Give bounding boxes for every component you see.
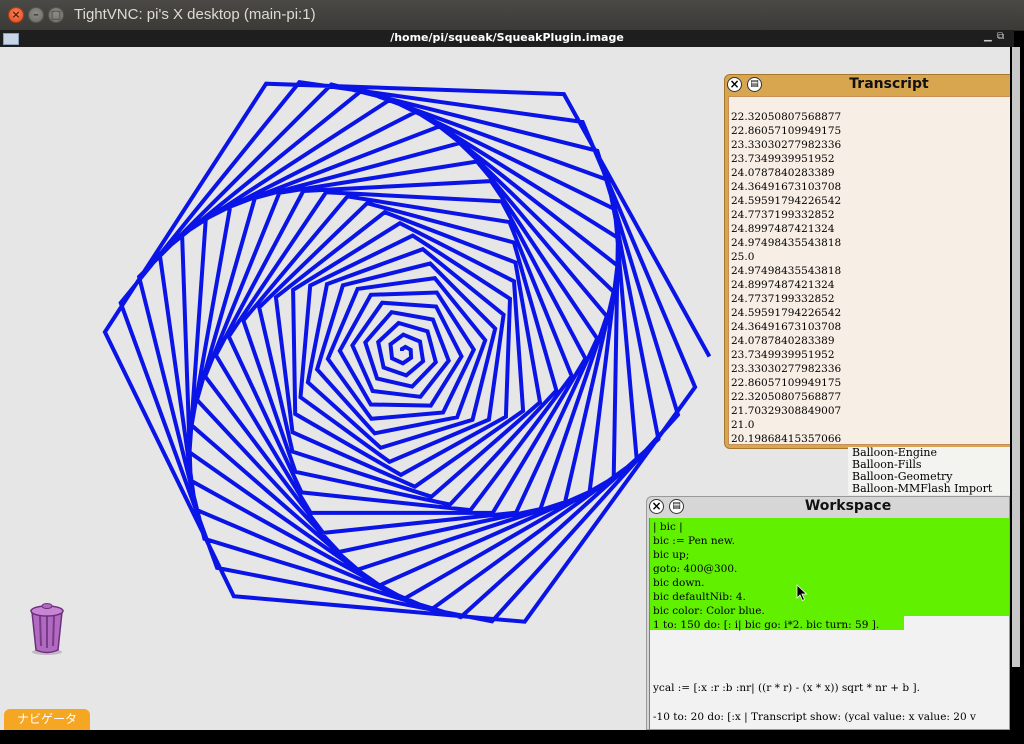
transcript-line: 24.0787840283389 (731, 167, 835, 179)
code-line: bic up; (653, 549, 690, 561)
transcript-window[interactable]: × ▤ Transcript 22.32050807568877 22.86057… (724, 74, 1010, 449)
squeak-restore-icon[interactable]: ⧉ (997, 31, 1004, 42)
window-maximize-button[interactable]: □ (48, 7, 64, 23)
workspace-code-lines: | bic | bic := Pen new. bic up; goto: 400@3… (653, 520, 879, 632)
vertical-scrollbar[interactable] (1012, 47, 1020, 667)
trash-icon[interactable] (24, 600, 70, 656)
transcript-line: 24.97498435543818 (731, 265, 842, 277)
workspace-text-pane[interactable]: | bic | bic := Pen new. bic up; goto: 400@3… (649, 518, 1009, 729)
package-list-items: Balloon-Engine Balloon-Fills Balloon-Geome… (848, 447, 1010, 495)
window-close-button[interactable]: × (8, 7, 24, 23)
transcript-title: Transcript (849, 76, 929, 92)
code-line: bic down. (653, 577, 705, 589)
workspace-titlebar[interactable]: × ▤ Workspace (647, 497, 1009, 516)
pen-spiral-path (102, 80, 712, 624)
package-list[interactable]: Balloon-Engine Balloon-Fills Balloon-Geome… (848, 447, 1010, 495)
transcript-line: 25.0 (731, 251, 755, 263)
transcript-text-pane[interactable]: 22.32050807568877 22.86057109949175 23.330… (728, 96, 1010, 445)
transcript-line: 24.8997487421324 (731, 279, 835, 291)
package-list-item[interactable]: Balloon-MMFlash Import (852, 483, 1010, 495)
code-line: bic defaultNib: 4. (653, 591, 746, 603)
transcript-line: 24.8997487421324 (731, 223, 835, 235)
transcript-line: 24.36491673103708 (731, 321, 842, 333)
workspace-menu-icon[interactable]: ▤ (669, 499, 684, 514)
transcript-menu-icon[interactable]: ▤ (747, 77, 762, 92)
transcript-line: 21.0 (731, 419, 755, 431)
transcript-titlebar[interactable]: × ▤ Transcript (725, 75, 1010, 94)
transcript-line: 24.7737199332852 (731, 209, 835, 221)
bottom-screen-edge (0, 730, 1024, 744)
ycal-definition-line: ycal := [:x :r :b :nr| ((r * r) - (x * x… (653, 682, 920, 694)
transcript-line: 22.32050807568877 (731, 391, 842, 403)
transcript-line: 24.97498435543818 (731, 237, 842, 249)
code-line: 1 to: 150 do: [: i| bic go: i*2. bic tur… (653, 619, 880, 631)
workspace-close-icon[interactable]: × (649, 499, 664, 514)
window-minimize-button[interactable]: – (28, 7, 44, 23)
squeak-image-path: /home/pi/squeak/SqueakPlugin.image (390, 31, 624, 44)
transcript-line: 24.7737199332852 (731, 293, 835, 305)
transcript-line: 22.86057109949175 (731, 125, 842, 137)
workspace-window[interactable]: × ▤ Workspace | bic | bic := Pen new. bic … (646, 496, 1010, 730)
transcript-line: 24.59591794226542 (731, 307, 842, 319)
code-line: | bic | (653, 521, 683, 533)
navigator-flap-tab[interactable]: ナビゲータ (4, 709, 90, 730)
transcript-lines: 22.32050807568877 22.86057109949175 23.330… (731, 110, 842, 445)
vnc-titlebar: × – □ TightVNC: pi's X desktop (main-pi:… (0, 0, 1024, 31)
mouse-pointer-icon (796, 584, 808, 602)
squeak-world[interactable]: ナビゲータ × ▤ Transcript 22.32050807568877 22… (0, 47, 1010, 730)
transcript-line: 21.70329308849007 (731, 405, 842, 417)
workspace-title: Workspace (804, 498, 892, 514)
transcript-line: 23.7349939951952 (731, 349, 835, 361)
transcript-line: 24.36491673103708 (731, 181, 842, 193)
code-line: bic color: Color blue. (653, 605, 765, 617)
right-screen-edge (1010, 47, 1024, 744)
transcript-line: 23.33030277982336 (731, 139, 842, 151)
transcript-line: 24.59591794226542 (731, 195, 842, 207)
transcript-line: 24.0787840283389 (731, 335, 835, 347)
code-line: bic := Pen new. (653, 535, 735, 547)
transcript-line: 23.7349939951952 (731, 153, 835, 165)
transcript-loop-line: -10 to: 20 do: [:x | Transcript show: (y… (653, 711, 976, 723)
code-line: goto: 400@300. (653, 563, 738, 575)
transcript-line: 22.32050807568877 (731, 111, 842, 123)
vnc-window-title: TightVNC: pi's X desktop (main-pi:1) (74, 6, 316, 23)
squeak-minimize-icon[interactable]: ▁ (984, 31, 992, 42)
transcript-line: 23.33030277982336 (731, 363, 842, 375)
squeak-host-titlebar: /home/pi/squeak/SqueakPlugin.image ▁ ⧉ (0, 30, 1014, 47)
transcript-close-icon[interactable]: × (727, 77, 742, 92)
transcript-line: 20.19868415357066 (731, 433, 842, 445)
transcript-line: 22.86057109949175 (731, 377, 842, 389)
